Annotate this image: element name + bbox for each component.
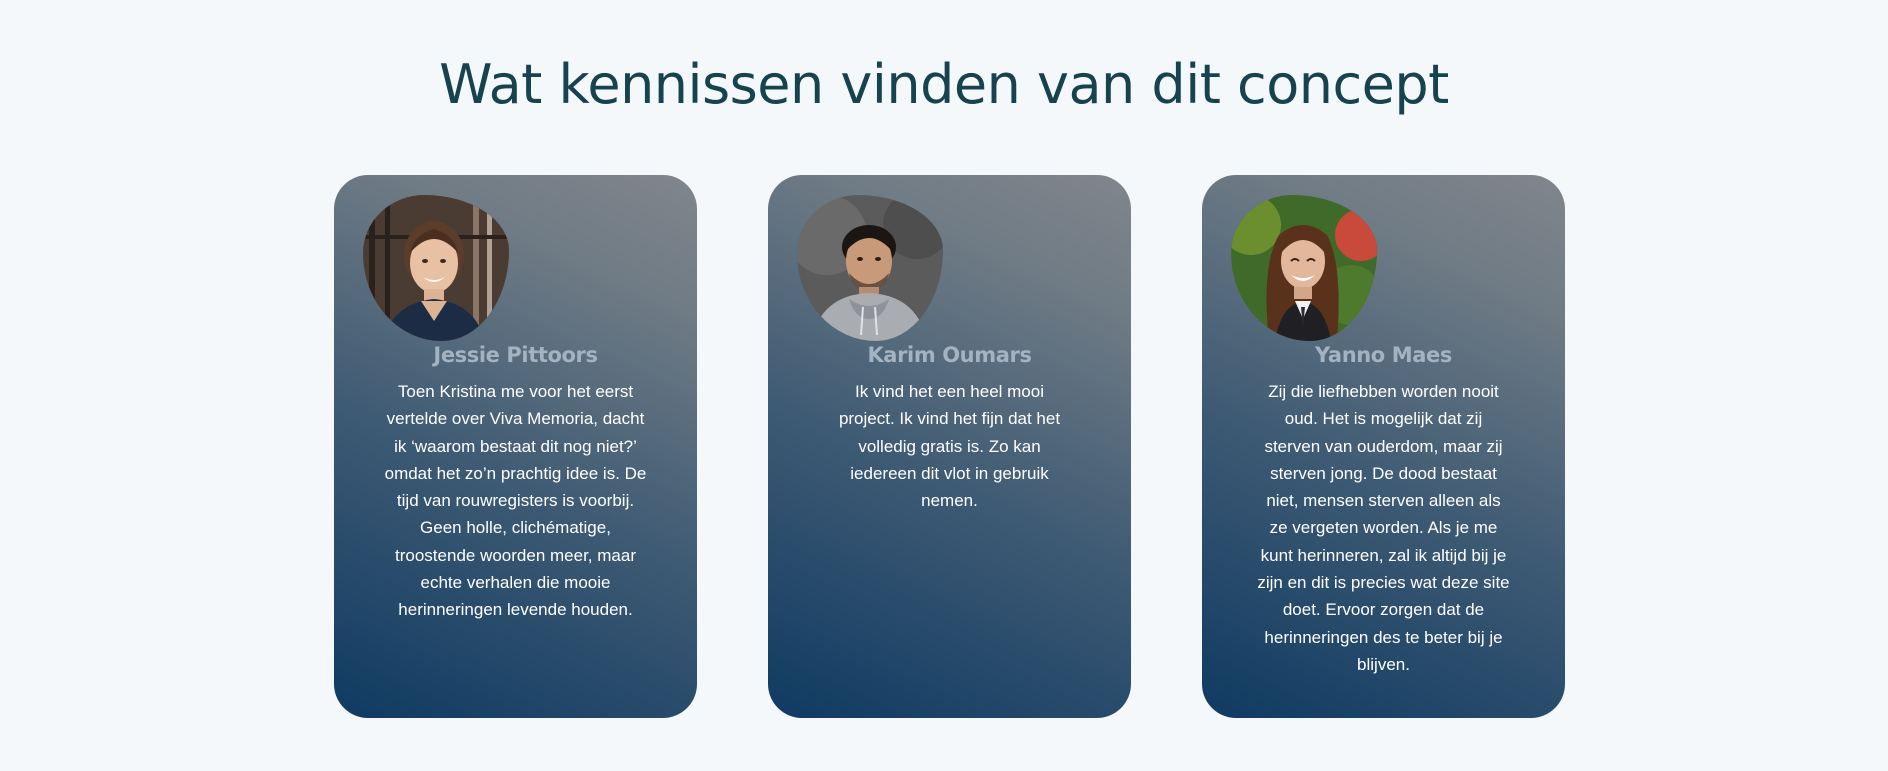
testimonial-name: Jessie Pittoors — [433, 343, 598, 367]
avatar-photo — [363, 195, 509, 341]
avatar — [797, 195, 943, 341]
testimonial-name: Karim Oumars — [867, 343, 1032, 367]
testimonial-card: Karim Oumars Ik vind het een heel mooi p… — [768, 175, 1131, 718]
avatar — [1231, 195, 1377, 341]
testimonials-list: Jessie Pittoors Toen Kristina me voor he… — [334, 175, 1565, 718]
testimonial-card: Jessie Pittoors Toen Kristina me voor he… — [334, 175, 697, 718]
testimonial-quote: Toen Kristina me voor het eerst vertelde… — [384, 382, 647, 620]
testimonial-name: Yanno Maes — [1315, 343, 1452, 367]
testimonial-card: Yanno Maes Zij die liefhebben worden noo… — [1202, 175, 1565, 718]
testimonial-quote: Ik vind het een heel mooi project. Ik vi… — [838, 382, 1061, 511]
avatar-photo — [1231, 195, 1377, 341]
testimonial-quote: Zij die liefhebben worden nooit oud. Het… — [1257, 382, 1510, 674]
avatar-photo — [797, 195, 943, 341]
avatar — [363, 195, 509, 341]
section-title: Wat kennissen vinden van dit concept — [439, 53, 1449, 116]
